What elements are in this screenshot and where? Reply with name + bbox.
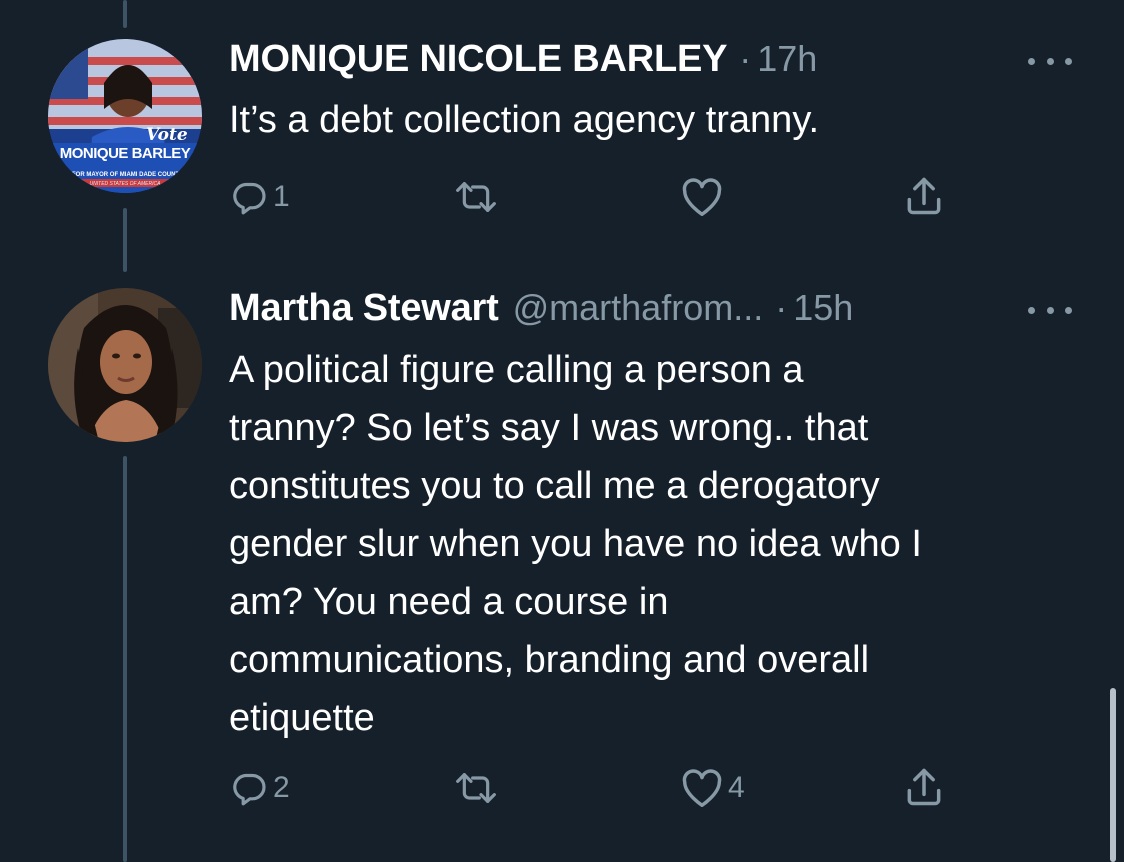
reply-button[interactable]: 1 <box>229 177 290 217</box>
tweet-header: Martha Stewart @marthafrom... · 15h <box>229 287 853 330</box>
retweet-icon <box>456 182 496 212</box>
share-button[interactable] <box>902 765 946 809</box>
avatar-vote-text: Vote <box>146 125 188 145</box>
thread-line-middle <box>123 208 127 272</box>
avatar-name-text: MONIQUE BARLEY <box>59 145 191 162</box>
like-button[interactable]: 4 <box>680 768 745 808</box>
heart-icon <box>682 178 722 216</box>
heart-icon <box>682 769 722 807</box>
reply-button[interactable]: 2 <box>229 768 290 808</box>
tweet-header: MONIQUE NICOLE BARLEY · 17h <box>229 38 817 81</box>
thread-line-top <box>123 0 127 28</box>
more-icon[interactable] <box>1028 303 1072 317</box>
timestamp[interactable]: 17h <box>757 38 817 80</box>
avatar-footer-text: UNITED STATES OF AMERICA <box>89 181 161 187</box>
avatar[interactable]: Vote MONIQUE BARLEY FOR MAYOR OF MIAMI D… <box>48 39 202 193</box>
display-name[interactable]: MONIQUE NICOLE BARLEY <box>229 38 727 81</box>
timeline: Vote MONIQUE BARLEY FOR MAYOR OF MIAMI D… <box>0 0 1124 862</box>
like-button[interactable] <box>680 177 724 217</box>
like-count: 4 <box>728 771 745 804</box>
scrollbar[interactable] <box>1110 688 1116 862</box>
retweet-icon <box>456 773 496 803</box>
separator-dot: · <box>775 287 788 328</box>
avatar-subtitle-text: FOR MAYOR OF MIAMI DADE COUNTY <box>72 172 180 178</box>
thread-line-bottom <box>123 456 127 862</box>
share-icon <box>907 177 941 215</box>
retweet-button[interactable] <box>454 177 498 217</box>
campaign-avatar-image <box>48 39 202 193</box>
username-handle[interactable]: @marthafrom... <box>513 287 764 329</box>
reply-icon <box>233 182 266 215</box>
reply-count: 2 <box>273 771 290 804</box>
reply-icon <box>233 773 266 806</box>
share-icon <box>907 768 941 806</box>
timestamp[interactable]: 15h <box>793 287 853 329</box>
reply-count: 1 <box>273 180 290 213</box>
tweet-text: It’s a debt collection agency tranny. <box>229 99 820 141</box>
separator-dot: · <box>739 38 752 79</box>
profile-photo <box>48 288 202 442</box>
avatar[interactable] <box>48 288 202 442</box>
tweet-text: A political figure calling a person a tr… <box>229 349 922 739</box>
share-button[interactable] <box>902 174 946 218</box>
more-icon[interactable] <box>1028 54 1072 68</box>
retweet-button[interactable] <box>454 768 498 808</box>
display-name[interactable]: Martha Stewart <box>229 287 499 330</box>
